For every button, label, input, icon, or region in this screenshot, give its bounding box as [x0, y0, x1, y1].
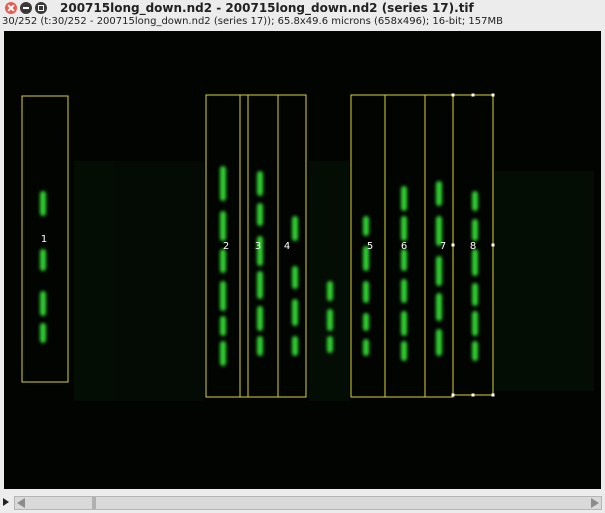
signal-segment	[401, 216, 407, 241]
roi-box[interactable]	[239, 94, 249, 398]
signal-segment	[472, 283, 478, 306]
signal-segment	[220, 249, 226, 273]
signal-segment	[436, 293, 442, 321]
roi-label: 2	[223, 241, 229, 252]
signal-segment	[257, 203, 263, 226]
maximize-icon[interactable]	[35, 2, 47, 14]
roi-label: 3	[255, 241, 261, 252]
signal-segment	[40, 323, 46, 343]
signal-segment	[40, 249, 46, 271]
signal-segment	[220, 316, 226, 336]
chevron-right-icon[interactable]	[591, 498, 599, 508]
roi-handle[interactable]	[451, 93, 455, 97]
signal-segment	[292, 336, 298, 356]
frame-scrollbar[interactable]	[0, 493, 605, 513]
chevron-left-icon[interactable]	[17, 498, 25, 508]
signal-segment	[401, 311, 407, 336]
signal-segment	[472, 249, 478, 276]
background-channels	[74, 161, 594, 401]
signal-segment	[472, 191, 478, 211]
signal-segment	[472, 311, 478, 336]
roi-handle[interactable]	[491, 93, 495, 97]
image-info: 30/252 (t:30/252 - 200715long_down.nd2 (…	[2, 16, 503, 27]
signal-segment	[401, 186, 407, 211]
signal-segment	[292, 299, 298, 326]
title-bar: 200715long_down.nd2 - 200715long_down.nd…	[0, 0, 605, 16]
image-svg: 1 2 3 4 5 6 7 8	[21, 93, 594, 401]
signal-segment	[363, 339, 369, 356]
signal-segment	[292, 216, 298, 241]
signal-segment	[40, 191, 46, 216]
signal-segment	[220, 166, 226, 201]
frame-slider-track[interactable]	[14, 496, 602, 510]
roi-handle[interactable]	[471, 93, 475, 97]
roi-label: 5	[367, 241, 373, 252]
signal-segment	[363, 216, 369, 236]
signal-segment	[436, 329, 442, 356]
image-canvas[interactable]: 1 2 3 4 5 6 7 8	[4, 31, 601, 489]
signal-segment	[40, 291, 46, 316]
roi-label: 7	[440, 241, 446, 252]
signal-segment	[220, 281, 226, 311]
play-icon[interactable]	[3, 498, 9, 506]
signal-segment	[327, 281, 333, 301]
signal-segment	[257, 271, 263, 299]
window-title: 200715long_down.nd2 - 200715long_down.nd…	[60, 1, 474, 15]
signal-segment	[436, 181, 442, 206]
signal-segment	[257, 306, 263, 331]
signal-segment	[401, 279, 407, 303]
signal-segment	[327, 309, 333, 331]
roi-handle[interactable]	[491, 243, 495, 247]
signal-segment	[220, 211, 226, 241]
signal-segment	[220, 341, 226, 366]
signal-segment	[436, 256, 442, 286]
signal-segment	[472, 341, 478, 361]
roi-handle[interactable]	[471, 393, 475, 397]
roi-label: 4	[284, 241, 290, 252]
roi-handle[interactable]	[491, 393, 495, 397]
signal-segment	[363, 281, 369, 303]
roi-label: 8	[470, 241, 476, 252]
signal-segment	[292, 266, 298, 289]
close-icon[interactable]	[5, 2, 17, 14]
roi-handle[interactable]	[451, 393, 455, 397]
signal-segment	[327, 336, 333, 353]
signal-segment	[472, 219, 478, 241]
signal-segment	[363, 313, 369, 331]
roi-handle[interactable]	[451, 243, 455, 247]
signal-segment	[401, 249, 407, 271]
signal-segment	[257, 171, 263, 196]
roi-label: 6	[401, 241, 407, 252]
signal-segment	[401, 341, 407, 361]
minimize-icon[interactable]	[20, 2, 32, 14]
roi-label: 1	[41, 234, 47, 245]
frame-slider-thumb[interactable]	[92, 497, 97, 509]
signal-segment	[257, 336, 263, 356]
